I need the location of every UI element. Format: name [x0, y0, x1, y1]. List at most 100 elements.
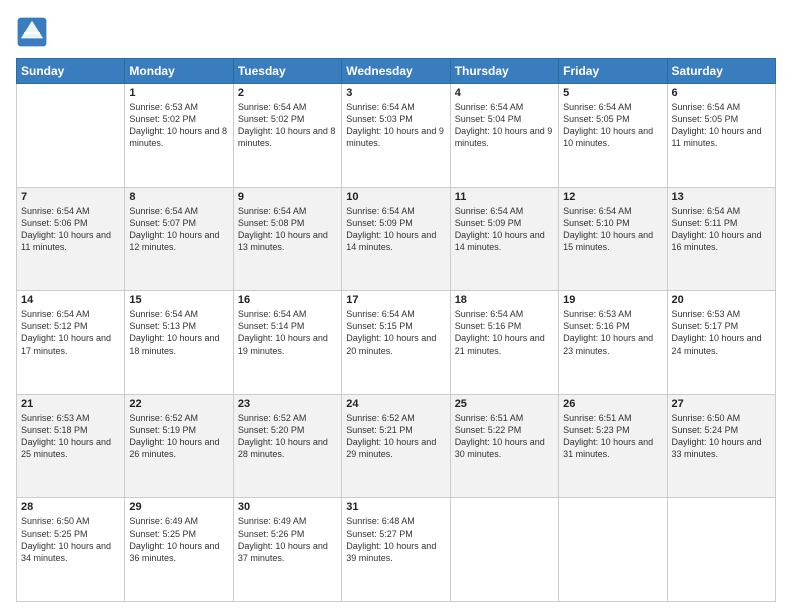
day-number: 20: [672, 294, 771, 306]
cell-info: Sunrise: 6:54 AMSunset: 5:09 PMDaylight:…: [455, 205, 554, 254]
calendar-cell: 17 Sunrise: 6:54 AMSunset: 5:15 PMDayligh…: [342, 291, 450, 395]
day-number: 10: [346, 191, 445, 203]
cell-info: Sunrise: 6:54 AMSunset: 5:06 PMDaylight:…: [21, 205, 120, 254]
calendar-cell: 30 Sunrise: 6:49 AMSunset: 5:26 PMDayligh…: [233, 498, 341, 602]
calendar-cell: [17, 84, 125, 188]
day-number: 5: [563, 87, 662, 99]
calendar-week-row: 28Sunrise: 6:50 AMSunset: 5:25 PMDayligh…: [17, 498, 776, 602]
calendar-header-row: SundayMondayTuesdayWednesdayThursdayFrid…: [17, 59, 776, 84]
cell-info: Sunrise: 6:49 AMSunset: 5:26 PMDaylight:…: [238, 515, 337, 564]
calendar-cell: 1 Sunrise: 6:53 AMSunset: 5:02 PMDaylight…: [125, 84, 233, 188]
day-number: 8: [129, 191, 228, 203]
cell-info: Sunrise: 6:54 AMSunset: 5:15 PMDaylight:…: [346, 308, 445, 357]
calendar-cell: 2 Sunrise: 6:54 AMSunset: 5:02 PMDaylight…: [233, 84, 341, 188]
cell-info: Sunrise: 6:51 AMSunset: 5:22 PMDaylight:…: [455, 412, 554, 461]
cell-info: Sunrise: 6:54 AMSunset: 5:09 PMDaylight:…: [346, 205, 445, 254]
general-blue-icon: [16, 16, 48, 48]
day-number: 22: [129, 398, 228, 410]
day-number: 29: [129, 501, 228, 513]
calendar-cell: 24Sunrise: 6:52 AMSunset: 5:21 PMDayligh…: [342, 394, 450, 498]
cell-info: Sunrise: 6:51 AMSunset: 5:23 PMDaylight:…: [563, 412, 662, 461]
cell-info: Sunrise: 6:54 AMSunset: 5:08 PMDaylight:…: [238, 205, 337, 254]
cell-info: Sunrise: 6:53 AMSunset: 5:02 PMDaylight:…: [129, 101, 228, 150]
day-number: 30: [238, 501, 337, 513]
calendar-cell: [450, 498, 558, 602]
day-number: 6: [672, 87, 771, 99]
calendar-cell: 27 Sunrise: 6:50 AMSunset: 5:24 PMDayligh…: [667, 394, 775, 498]
cell-info: Sunrise: 6:54 AMSunset: 5:16 PMDaylight:…: [455, 308, 554, 357]
calendar-cell: [559, 498, 667, 602]
calendar-cell: 12 Sunrise: 6:54 AMSunset: 5:10 PMDayligh…: [559, 187, 667, 291]
cell-info: Sunrise: 6:54 AMSunset: 5:04 PMDaylight:…: [455, 101, 554, 150]
day-of-week-header: Wednesday: [342, 59, 450, 84]
day-number: 2: [238, 87, 337, 99]
cell-info: Sunrise: 6:52 AMSunset: 5:21 PMDaylight:…: [346, 412, 445, 461]
calendar-cell: 4 Sunrise: 6:54 AMSunset: 5:04 PMDaylight…: [450, 84, 558, 188]
calendar-table: SundayMondayTuesdayWednesdayThursdayFrid…: [16, 58, 776, 602]
calendar-cell: 16 Sunrise: 6:54 AMSunset: 5:14 PMDayligh…: [233, 291, 341, 395]
day-number: 15: [129, 294, 228, 306]
logo: [16, 16, 52, 48]
calendar-cell: 9 Sunrise: 6:54 AMSunset: 5:08 PMDaylight…: [233, 187, 341, 291]
day-number: 23: [238, 398, 337, 410]
day-number: 13: [672, 191, 771, 203]
calendar-cell: 21 Sunrise: 6:53 AMSunset: 5:18 PMDayligh…: [17, 394, 125, 498]
day-number: 26: [563, 398, 662, 410]
calendar-cell: 18 Sunrise: 6:54 AMSunset: 5:16 PMDayligh…: [450, 291, 558, 395]
day-number: 18: [455, 294, 554, 306]
calendar-cell: 6 Sunrise: 6:54 AMSunset: 5:05 PMDaylight…: [667, 84, 775, 188]
day-number: 17: [346, 294, 445, 306]
cell-info: Sunrise: 6:54 AMSunset: 5:13 PMDaylight:…: [129, 308, 228, 357]
cell-info: Sunrise: 6:53 AMSunset: 5:18 PMDaylight:…: [21, 412, 120, 461]
day-of-week-header: Thursday: [450, 59, 558, 84]
calendar-cell: 3 Sunrise: 6:54 AMSunset: 5:03 PMDaylight…: [342, 84, 450, 188]
day-of-week-header: Saturday: [667, 59, 775, 84]
day-of-week-header: Sunday: [17, 59, 125, 84]
calendar-cell: 26 Sunrise: 6:51 AMSunset: 5:23 PMDayligh…: [559, 394, 667, 498]
calendar-cell: 8Sunrise: 6:54 AMSunset: 5:07 PMDaylight…: [125, 187, 233, 291]
cell-info: Sunrise: 6:54 AMSunset: 5:10 PMDaylight:…: [563, 205, 662, 254]
day-number: 4: [455, 87, 554, 99]
day-number: 9: [238, 191, 337, 203]
day-number: 3: [346, 87, 445, 99]
cell-info: Sunrise: 6:52 AMSunset: 5:20 PMDaylight:…: [238, 412, 337, 461]
calendar-cell: 14 Sunrise: 6:54 AMSunset: 5:12 PMDayligh…: [17, 291, 125, 395]
cell-info: Sunrise: 6:54 AMSunset: 5:14 PMDaylight:…: [238, 308, 337, 357]
calendar-week-row: 1 Sunrise: 6:53 AMSunset: 5:02 PMDaylight…: [17, 84, 776, 188]
calendar-cell: 19Sunrise: 6:53 AMSunset: 5:16 PMDayligh…: [559, 291, 667, 395]
day-number: 11: [455, 191, 554, 203]
calendar-cell: 22 Sunrise: 6:52 AMSunset: 5:19 PMDayligh…: [125, 394, 233, 498]
calendar-cell: 13 Sunrise: 6:54 AMSunset: 5:11 PMDayligh…: [667, 187, 775, 291]
calendar-cell: 25Sunrise: 6:51 AMSunset: 5:22 PMDayligh…: [450, 394, 558, 498]
day-number: 14: [21, 294, 120, 306]
day-number: 1: [129, 87, 228, 99]
day-number: 27: [672, 398, 771, 410]
calendar-cell: 31Sunrise: 6:48 AMSunset: 5:27 PMDayligh…: [342, 498, 450, 602]
day-number: 28: [21, 501, 120, 513]
calendar-cell: 7Sunrise: 6:54 AMSunset: 5:06 PMDaylight…: [17, 187, 125, 291]
cell-info: Sunrise: 6:54 AMSunset: 5:12 PMDaylight:…: [21, 308, 120, 357]
header: [16, 16, 776, 48]
calendar-cell: [667, 498, 775, 602]
day-number: 21: [21, 398, 120, 410]
cell-info: Sunrise: 6:48 AMSunset: 5:27 PMDaylight:…: [346, 515, 445, 564]
day-of-week-header: Tuesday: [233, 59, 341, 84]
calendar-cell: 29Sunrise: 6:49 AMSunset: 5:25 PMDayligh…: [125, 498, 233, 602]
calendar-cell: 11 Sunrise: 6:54 AMSunset: 5:09 PMDayligh…: [450, 187, 558, 291]
day-number: 16: [238, 294, 337, 306]
cell-info: Sunrise: 6:50 AMSunset: 5:24 PMDaylight:…: [672, 412, 771, 461]
calendar-cell: 5Sunrise: 6:54 AMSunset: 5:05 PMDaylight…: [559, 84, 667, 188]
cell-info: Sunrise: 6:54 AMSunset: 5:11 PMDaylight:…: [672, 205, 771, 254]
cell-info: Sunrise: 6:54 AMSunset: 5:05 PMDaylight:…: [672, 101, 771, 150]
calendar-week-row: 7Sunrise: 6:54 AMSunset: 5:06 PMDaylight…: [17, 187, 776, 291]
calendar-cell: 10 Sunrise: 6:54 AMSunset: 5:09 PMDayligh…: [342, 187, 450, 291]
day-number: 12: [563, 191, 662, 203]
cell-info: Sunrise: 6:54 AMSunset: 5:02 PMDaylight:…: [238, 101, 337, 150]
cell-info: Sunrise: 6:53 AMSunset: 5:17 PMDaylight:…: [672, 308, 771, 357]
calendar-cell: 15 Sunrise: 6:54 AMSunset: 5:13 PMDayligh…: [125, 291, 233, 395]
calendar-cell: 20 Sunrise: 6:53 AMSunset: 5:17 PMDayligh…: [667, 291, 775, 395]
cell-info: Sunrise: 6:53 AMSunset: 5:16 PMDaylight:…: [563, 308, 662, 357]
cell-info: Sunrise: 6:54 AMSunset: 5:03 PMDaylight:…: [346, 101, 445, 150]
calendar-week-row: 21 Sunrise: 6:53 AMSunset: 5:18 PMDayligh…: [17, 394, 776, 498]
cell-info: Sunrise: 6:52 AMSunset: 5:19 PMDaylight:…: [129, 412, 228, 461]
